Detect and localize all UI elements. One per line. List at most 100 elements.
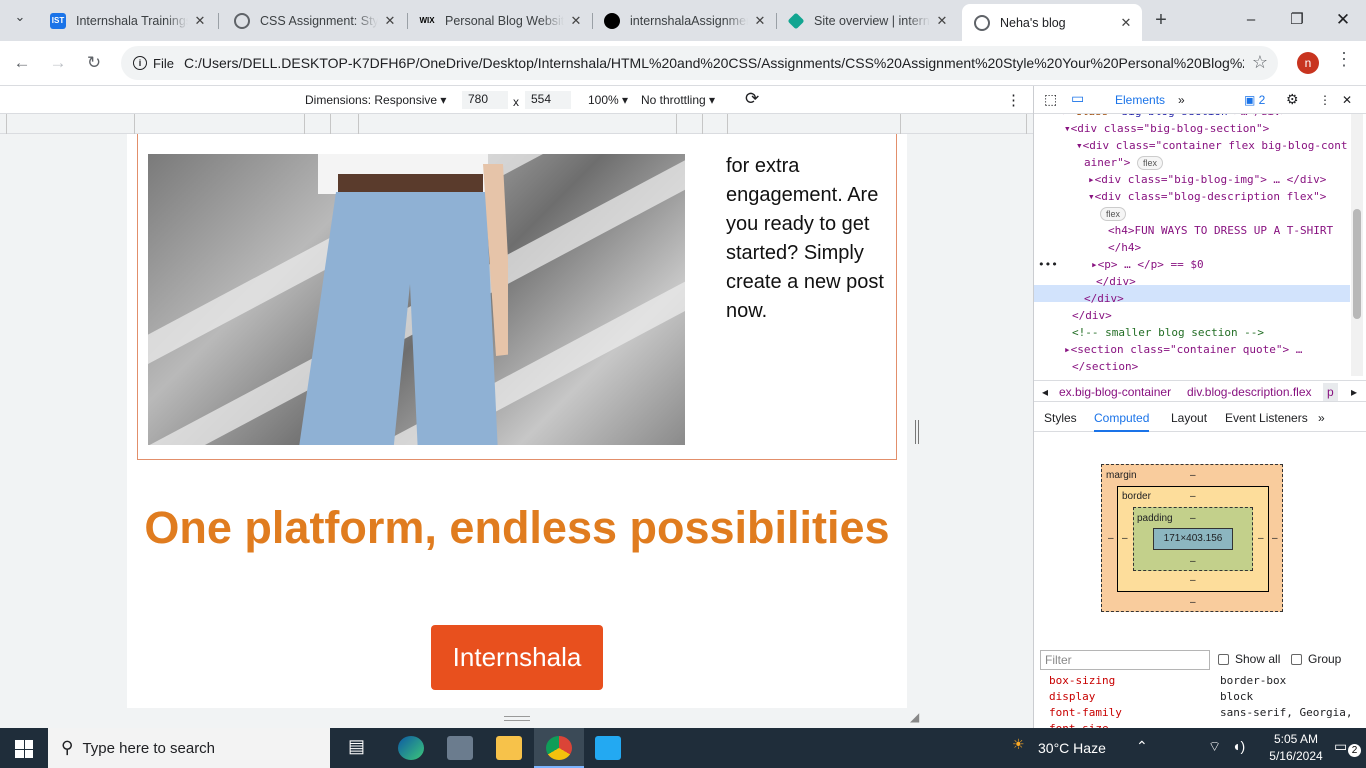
crumb-scroll-right-icon[interactable]: ▸ — [1351, 385, 1357, 399]
height-input[interactable]: 554 — [525, 91, 571, 109]
browser-menu-icon[interactable]: ⋮ — [1335, 49, 1353, 70]
dom-line[interactable]: <h4>FUN WAYS TO DRESS UP A T-SHIRT — [1108, 222, 1333, 239]
breadcrumb-item[interactable]: div.blog-description.flex — [1187, 385, 1312, 399]
device-options-icon[interactable]: ⋮ — [1006, 91, 1021, 109]
device-toggle-icon[interactable]: ▭ — [1071, 90, 1084, 107]
volume-icon[interactable]: ◖) — [1232, 738, 1245, 754]
resize-handle-right[interactable] — [915, 420, 919, 444]
zoom-select[interactable]: 100% ▾ — [588, 93, 628, 107]
site-info-chip[interactable]: i File — [127, 51, 184, 75]
settings-gear-icon[interactable]: ⚙ — [1286, 91, 1299, 108]
devtools-menu-icon[interactable]: ⋮ — [1319, 93, 1331, 107]
tab-nehas-blog[interactable]: Neha's blog ✕ — [962, 4, 1142, 41]
computed-filter-input[interactable]: Filter — [1040, 650, 1210, 670]
restore-button[interactable]: ❐ — [1274, 8, 1320, 32]
width-input[interactable]: 780 — [462, 91, 508, 109]
tab-event-listeners[interactable]: Event Listeners — [1225, 411, 1308, 425]
dom-line[interactable]: </section> — [1072, 358, 1138, 375]
back-button[interactable]: ← — [10, 51, 34, 75]
close-icon[interactable]: ✕ — [382, 13, 398, 29]
dom-line[interactable]: </div> — [1084, 290, 1124, 307]
camera-app-icon[interactable] — [447, 736, 473, 760]
tab-title: internshalaAssignments — [630, 13, 748, 28]
dom-line[interactable]: </h4> — [1108, 239, 1141, 256]
more-tabs-icon[interactable]: » — [1178, 93, 1185, 107]
clock-time[interactable]: 5:05 AM — [1266, 732, 1326, 746]
chrome-icon[interactable] — [546, 736, 572, 760]
notification-count: 2 — [1348, 744, 1361, 757]
tab-personal-blog[interactable]: WIX Personal Blog Website ✕ — [407, 6, 592, 35]
show-all-checkbox[interactable]: Show all — [1218, 652, 1280, 666]
weather-text[interactable]: 30°C Haze — [1038, 740, 1128, 756]
reload-button[interactable]: ↻ — [82, 51, 106, 75]
close-window-button[interactable]: ✕ — [1320, 8, 1366, 32]
media-query-bar[interactable] — [0, 114, 1033, 134]
tab-site-overview[interactable]: Site overview | interns ✕ — [776, 6, 958, 35]
dom-line[interactable]: </div> — [1072, 307, 1112, 324]
computed-property[interactable]: display — [1049, 690, 1095, 703]
styles-subtabs: Styles Computed Layout Event Listeners » — [1034, 404, 1366, 432]
dom-line[interactable]: ▾<div class="big-blog-section"> — [1064, 120, 1269, 137]
forward-button[interactable]: → — [46, 51, 70, 75]
profile-avatar[interactable]: n — [1297, 52, 1319, 74]
dom-line-selected[interactable]: ••• ▸<p> … </p> == $0 — [1038, 256, 1204, 273]
tab-css-assignment[interactable]: CSS Assignment: Style ✕ — [222, 6, 406, 35]
notification-icon[interactable]: ▭ — [1334, 738, 1347, 755]
network-icon[interactable]: ⌔ — [1208, 738, 1221, 756]
selected-node-highlight — [1034, 285, 1350, 302]
dom-comment[interactable]: <!-- smaller blog section --> — [1072, 324, 1264, 341]
tab-computed[interactable]: Computed — [1094, 411, 1150, 432]
rotate-icon[interactable]: ⟳ — [745, 89, 759, 109]
close-icon[interactable]: ✕ — [752, 13, 768, 29]
tray-overflow-icon[interactable]: ⌃ — [1136, 738, 1148, 755]
vscode-icon[interactable] — [595, 736, 621, 760]
group-checkbox[interactable]: Group — [1291, 652, 1341, 666]
dom-line[interactable]: flex — [1100, 205, 1127, 222]
dom-line[interactable]: ▾<div class="container flex big-blog-con… — [1076, 137, 1348, 154]
tab-title: Site overview | interns — [814, 13, 930, 28]
start-button-icon[interactable] — [15, 740, 33, 758]
computed-property[interactable]: box-sizing — [1049, 674, 1115, 687]
close-devtools-icon[interactable]: ✕ — [1342, 93, 1352, 107]
taskbar-search[interactable]: ⚲ Type here to search — [48, 728, 330, 768]
tab-github[interactable]: internshalaAssignments ✕ — [592, 6, 776, 35]
url-text[interactable]: C:/Users/DELL.DESKTOP-K7DFH6P/OneDrive/D… — [184, 55, 1244, 71]
breadcrumb-item-current[interactable]: p — [1323, 383, 1338, 401]
new-tab-button[interactable]: + — [1150, 8, 1172, 32]
address-bar[interactable]: i File C:/Users/DELL.DESKTOP-K7DFH6P/One… — [121, 46, 1278, 80]
tab-layout[interactable]: Layout — [1171, 411, 1207, 425]
dom-scrollbar[interactable] — [1351, 114, 1363, 376]
internshala-button[interactable]: Internshala — [431, 625, 603, 690]
tab-styles[interactable]: Styles — [1044, 411, 1077, 425]
dom-line[interactable]: </div> — [1096, 273, 1136, 290]
bookmark-star-icon[interactable]: ☆ — [1252, 52, 1268, 73]
dom-line[interactable]: ▸<section class="container quote"> … — [1064, 341, 1302, 358]
tab-elements[interactable]: Elements — [1115, 93, 1165, 107]
close-icon[interactable]: ✕ — [192, 13, 208, 29]
close-icon[interactable]: ✕ — [934, 13, 950, 29]
dom-tree[interactable]: ▸ class="big-blog-section">…</div> ▾<div… — [1034, 114, 1352, 376]
edge-icon[interactable] — [398, 736, 424, 760]
dom-line[interactable]: ▾<div class="blog-description flex"> — [1088, 188, 1326, 205]
tab-internshala-trainings[interactable]: IST Internshala Trainings ✕ — [38, 6, 216, 35]
big-blog-container: for extra engagement. Are you ready to g… — [137, 134, 897, 460]
breadcrumb-item[interactable]: ex.big-blog-container — [1059, 385, 1171, 399]
task-view-icon[interactable]: ▤ — [348, 736, 374, 760]
crumb-scroll-left-icon[interactable]: ◂ — [1042, 385, 1048, 399]
dimensions-select[interactable]: Dimensions: Responsive ▾ — [305, 93, 446, 107]
dom-line[interactable]: ▸<div class="big-blog-img"> … </div> — [1088, 171, 1326, 188]
file-explorer-icon[interactable] — [496, 736, 522, 760]
computed-property[interactable]: font-family — [1049, 706, 1122, 719]
close-icon[interactable]: ✕ — [568, 13, 584, 29]
clock-date[interactable]: 5/16/2024 — [1264, 749, 1328, 763]
tab-search-button[interactable]: ⌄ — [8, 9, 32, 31]
close-icon[interactable]: ✕ — [1118, 15, 1134, 31]
dom-line[interactable]: ainer"> flex — [1084, 154, 1163, 171]
inspect-element-icon[interactable]: ⬚ — [1044, 91, 1057, 108]
minimize-button[interactable]: – — [1228, 8, 1274, 32]
throttling-select[interactable]: No throttling ▾ — [641, 93, 715, 107]
more-subtabs-icon[interactable]: » — [1318, 411, 1325, 425]
resize-corner-icon[interactable]: ◢ — [910, 710, 919, 724]
issues-badge[interactable]: ▣ 2 — [1244, 93, 1265, 107]
resize-handle-bottom[interactable] — [504, 716, 530, 721]
